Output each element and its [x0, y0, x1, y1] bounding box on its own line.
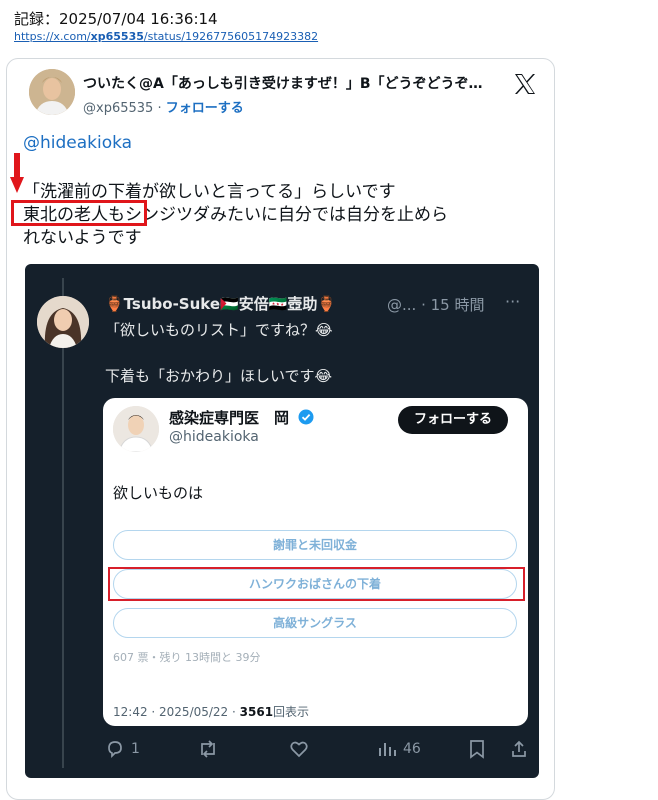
poll-votes: 607 票・残り 13時間と 39分	[113, 651, 261, 664]
poll-red-highlight-box	[108, 567, 525, 601]
reply-button[interactable]: 1	[105, 734, 140, 764]
author-handle[interactable]: @xp65535	[83, 101, 153, 116]
verified-badge-icon	[298, 409, 314, 425]
source-link-prefix: https://x.com/	[14, 30, 91, 43]
record-timestamp: 記録：2025/07/04 16:36:14	[14, 10, 218, 28]
more-options-icon[interactable]: ···	[505, 292, 520, 311]
quoted-author-avatar[interactable]	[37, 296, 89, 348]
poll-question: 欲しいものは	[113, 484, 204, 502]
source-link-suffix: /status/1926775605174923382	[143, 30, 319, 43]
follow-link[interactable]: フォローする	[166, 101, 244, 116]
source-link-user: xp65535	[90, 30, 144, 43]
thread-line	[62, 278, 64, 768]
heart-icon	[290, 741, 308, 758]
poll-follow-button[interactable]: フォローする	[398, 406, 508, 434]
quoted-author-name[interactable]: 🏺Tsubo-Suke🇵🇸安倍🇸🇾壺助🏺	[105, 293, 336, 314]
author-name[interactable]: ついたく@A「あっしも引き受けますぜ！」B「どうぞどうぞ…	[83, 73, 503, 93]
quoted-author-meta: @... · 15 時間	[387, 296, 485, 314]
tweet-card: ついたく@A「あっしも引き受けますぜ！」B「どうぞどうぞ… @xp65535 ·…	[6, 58, 555, 800]
repost-icon	[201, 740, 215, 758]
poll-author-handle[interactable]: @hideakioka	[169, 429, 259, 445]
poll-option-3[interactable]: 高級サングラス	[113, 608, 517, 638]
separator: ·	[153, 101, 166, 116]
repost-button[interactable]	[197, 734, 219, 764]
poll-views-suffix: 回表示	[273, 705, 310, 719]
quoted-poll-card[interactable]: 感染症専門医 岡 @hideakioka フォローする 欲しいものは 謝罪と未回…	[103, 398, 528, 726]
poll-author-name[interactable]: 感染症専門医 岡	[169, 407, 314, 428]
reply-count: 1	[131, 741, 140, 757]
author-avatar[interactable]	[29, 69, 75, 115]
poll-time-text: 12:42 · 2025/05/22 ·	[113, 705, 240, 719]
views-count: 46	[403, 741, 421, 757]
quoted-text-line-1: 「欲しいものリスト」ですね？😂	[105, 321, 333, 339]
embedded-screenshot: 🏺Tsubo-Suke🇵🇸安倍🇸🇾壺助🏺 @... · 15 時間 ··· 「欲…	[25, 264, 539, 778]
red-arrow-marker	[10, 153, 24, 193]
poll-timestamp: 12:42 · 2025/05/22 · 3561回表示	[113, 703, 309, 720]
x-logo-icon[interactable]	[512, 71, 538, 97]
poll-option-1[interactable]: 謝罪と未回収金	[113, 530, 517, 560]
like-button[interactable]	[289, 734, 309, 764]
source-link[interactable]: https://x.com/xp65535/status/19267756051…	[14, 30, 318, 43]
tweet-text-line-3: れないようです	[23, 228, 142, 248]
quoted-text-line-2: 下着も「おかわり」ほしいです😂	[105, 367, 333, 385]
bookmark-button[interactable]	[468, 734, 486, 764]
author-subline: @xp65535 · フォローする	[83, 97, 244, 116]
analytics-icon	[379, 743, 396, 756]
poll-author-avatar[interactable]	[113, 406, 159, 452]
share-icon	[512, 740, 526, 757]
reply-icon	[108, 741, 122, 759]
action-bar: 1 46	[25, 734, 539, 764]
red-highlight-box	[11, 200, 147, 226]
poll-view-count: 3561	[239, 705, 274, 719]
mention-link[interactable]: @hideakioka	[23, 133, 132, 153]
views-button[interactable]: 46	[377, 734, 421, 764]
share-button[interactable]	[509, 734, 529, 764]
poll-author-name-text: 感染症専門医 岡	[169, 409, 290, 427]
bookmark-icon	[470, 740, 484, 759]
